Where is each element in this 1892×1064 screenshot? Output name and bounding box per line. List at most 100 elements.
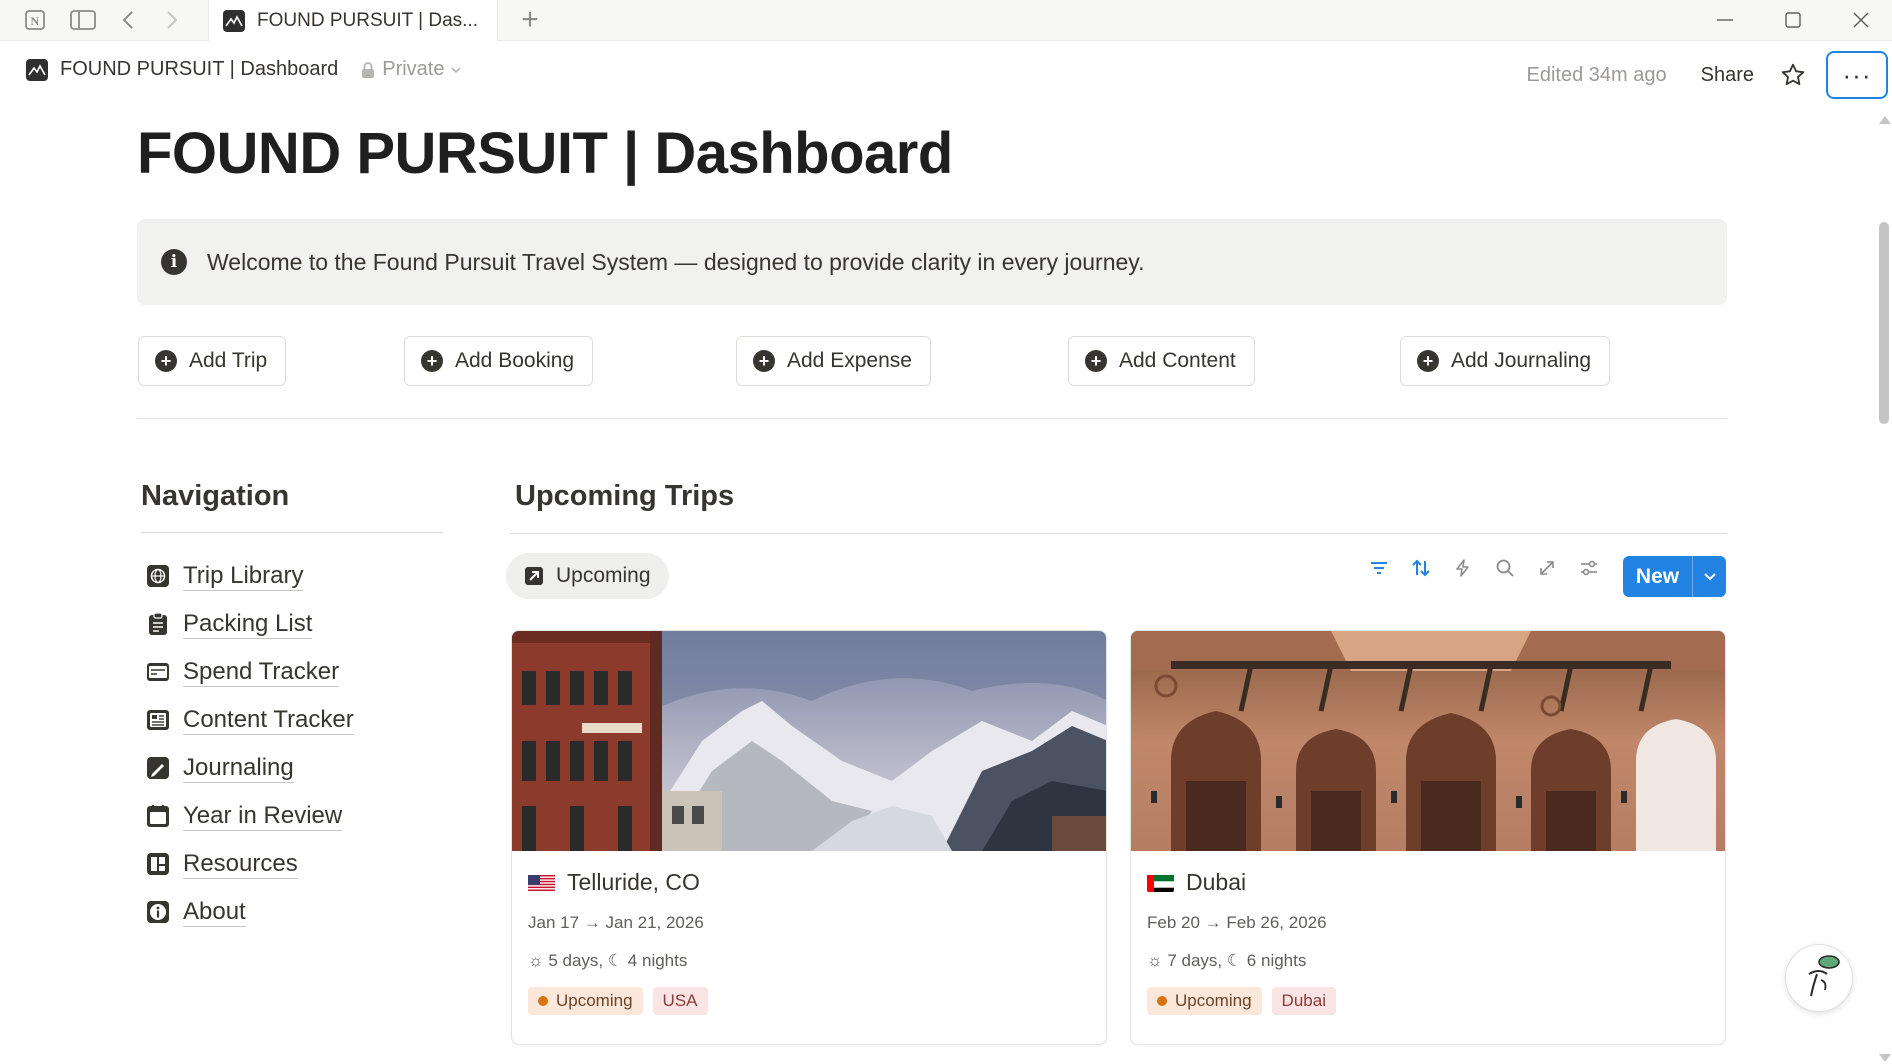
svg-text:N: N xyxy=(31,14,40,28)
us-flag-icon xyxy=(528,873,555,892)
sidebar-toggle-icon[interactable] xyxy=(68,4,98,36)
new-entry-button[interactable]: New xyxy=(1623,556,1726,597)
chevron-down-icon[interactable] xyxy=(1692,556,1726,597)
forward-arrow-icon[interactable] xyxy=(160,4,184,36)
nav-item-resources[interactable]: Resources xyxy=(145,840,354,888)
status-label: Upcoming xyxy=(1175,991,1252,1010)
status-label: Upcoming xyxy=(556,991,633,1010)
assistant-face-icon xyxy=(1808,955,1840,997)
edited-timestamp: Edited 34m ago xyxy=(1526,63,1667,86)
scrollbar-thumb[interactable] xyxy=(1879,222,1889,424)
page-logo-icon xyxy=(223,9,245,32)
sun-icon: ☼ xyxy=(1147,951,1168,970)
close-window-icon[interactable] xyxy=(1846,4,1876,36)
page-title: FOUND PURSUIT | Dashboard xyxy=(137,121,953,186)
lock-icon xyxy=(362,61,375,78)
sort-icon[interactable] xyxy=(1410,557,1432,579)
trip-duration-text: 5 days, ☾ 4 nights xyxy=(548,951,688,970)
navigation-heading: Navigation xyxy=(141,480,290,512)
maximize-icon[interactable] xyxy=(1778,4,1808,36)
plus-circle-icon: + xyxy=(1417,350,1439,372)
search-icon[interactable] xyxy=(1494,557,1516,579)
automation-bolt-icon[interactable] xyxy=(1452,557,1474,579)
info-icon xyxy=(145,899,171,925)
newspaper-icon xyxy=(145,707,171,733)
plus-circle-icon: + xyxy=(155,350,177,372)
location-badge: USA xyxy=(652,987,708,1015)
minimize-icon[interactable] xyxy=(1710,4,1740,36)
chevron-down-icon xyxy=(451,66,462,73)
info-icon: i xyxy=(161,249,187,275)
nav-item-packing-list[interactable]: Packing List xyxy=(145,600,354,648)
arrow-link-icon xyxy=(524,566,544,586)
status-dot xyxy=(1157,996,1167,1006)
trip-cover-image xyxy=(512,631,1106,851)
nav-item-label: About xyxy=(183,897,246,927)
trip-duration: ☼ 7 days, ☾ 6 nights xyxy=(1147,951,1709,971)
upcoming-trips-heading: Upcoming Trips xyxy=(515,480,735,512)
nav-item-label: Trip Library xyxy=(183,561,304,591)
sun-icon: ☼ xyxy=(528,951,549,970)
plus-circle-icon: + xyxy=(753,350,775,372)
nav-item-year-in-review[interactable]: Year in Review xyxy=(145,792,354,840)
breadcrumb-page-name[interactable]: FOUND PURSUIT | Dashboard xyxy=(60,58,338,81)
page-actions: Edited 34m ago Share ··· xyxy=(1526,51,1892,99)
add-booking-button[interactable]: + Add Booking xyxy=(404,336,594,386)
button-label: Add Trip xyxy=(189,349,268,372)
filter-icon[interactable] xyxy=(1368,557,1390,579)
nav-item-spend-tracker[interactable]: Spend Tracker xyxy=(145,648,354,696)
trip-duration: ☼ 5 days, ☾ 4 nights xyxy=(528,951,1090,971)
trip-card[interactable]: Dubai Feb 20 → Feb 26, 2026 ☼ 7 days, ☾ … xyxy=(1130,630,1726,1045)
trip-duration-text: 7 days, ☾ 6 nights xyxy=(1167,951,1307,970)
database-toolbar xyxy=(1368,557,1600,579)
tab-title: FOUND PURSUIT | Das... xyxy=(257,9,478,31)
nav-item-about[interactable]: About xyxy=(145,888,354,936)
view-tab-upcoming[interactable]: Upcoming xyxy=(506,553,669,599)
back-arrow-icon[interactable] xyxy=(116,4,140,36)
share-button[interactable]: Share xyxy=(1701,64,1754,87)
nav-item-label: Resources xyxy=(183,849,298,879)
trip-dates: Feb 20 → Feb 26, 2026 xyxy=(1147,913,1327,932)
trip-title: Telluride, CO xyxy=(567,868,700,895)
plus-circle-icon: + xyxy=(1085,350,1107,372)
location-badge: Dubai xyxy=(1271,987,1336,1015)
add-content-button[interactable]: + Add Content xyxy=(1068,336,1255,386)
nav-item-label: Packing List xyxy=(183,609,313,639)
nav-item-content-tracker[interactable]: Content Tracker xyxy=(145,696,354,744)
browser-tab[interactable]: FOUND PURSUIT | Das... xyxy=(208,0,498,41)
settings-sliders-icon[interactable] xyxy=(1578,557,1600,579)
new-button-label: New xyxy=(1635,564,1680,588)
status-badge: Upcoming xyxy=(1147,987,1262,1015)
divider xyxy=(137,418,1727,419)
trip-card[interactable]: Telluride, CO Jan 17 → Jan 21, 2026 ☼ 5 … xyxy=(511,630,1107,1045)
new-tab-button[interactable]: + xyxy=(514,2,546,38)
scroll-up-arrow-icon[interactable] xyxy=(1878,112,1892,130)
button-label: Add Booking xyxy=(455,349,575,372)
help-assistant-button[interactable] xyxy=(1785,944,1853,1012)
privacy-label: Private xyxy=(382,58,445,80)
favorite-star-icon[interactable] xyxy=(1780,62,1806,88)
button-label: Add Content xyxy=(1119,349,1236,372)
books-icon xyxy=(145,851,171,877)
page-logo-icon xyxy=(26,58,48,81)
status-badge: Upcoming xyxy=(528,987,643,1015)
credit-card-icon xyxy=(145,659,171,685)
welcome-callout: i Welcome to the Found Pursuit Travel Sy… xyxy=(137,219,1727,305)
add-expense-button[interactable]: + Add Expense xyxy=(736,336,931,386)
privacy-dropdown[interactable]: Private xyxy=(360,58,462,81)
uae-flag-icon xyxy=(1147,873,1174,892)
upcoming-underline xyxy=(510,533,1727,534)
nav-item-trip-library[interactable]: Trip Library xyxy=(145,552,354,600)
nav-item-label: Journaling xyxy=(183,753,294,783)
nav-item-journaling[interactable]: Journaling xyxy=(145,744,354,792)
add-journaling-button[interactable]: + Add Journaling xyxy=(1400,336,1611,386)
nav-item-label: Year in Review xyxy=(183,801,343,831)
scroll-down-arrow-icon[interactable] xyxy=(1878,1050,1892,1064)
more-options-button[interactable]: ··· xyxy=(1826,51,1888,99)
notion-app-icon[interactable]: N xyxy=(22,4,48,36)
callout-text: Welcome to the Found Pursuit Travel Syst… xyxy=(207,248,1145,275)
button-label: Add Journaling xyxy=(1451,349,1592,372)
expand-icon[interactable] xyxy=(1536,557,1558,579)
pen-icon xyxy=(145,755,171,781)
add-trip-button[interactable]: + Add Trip xyxy=(138,336,287,386)
